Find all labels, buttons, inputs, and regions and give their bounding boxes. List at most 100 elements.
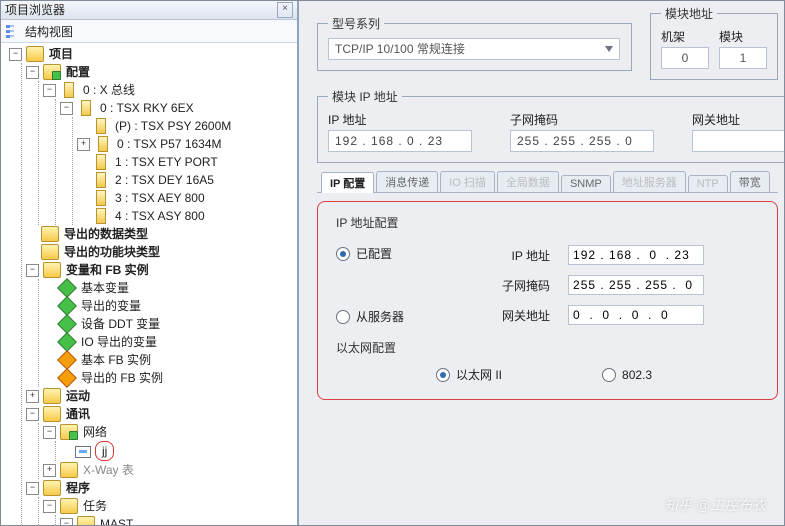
folder-icon	[41, 226, 59, 242]
expand-toggle[interactable]: −	[9, 48, 22, 61]
folder-icon	[43, 406, 61, 422]
panel-title: 项目浏览器	[5, 1, 65, 19]
expand-toggle[interactable]: −	[43, 84, 56, 97]
var-icon	[57, 296, 77, 316]
tree-vars-fb[interactable]: 变量和 FB 实例	[65, 261, 150, 279]
folder-icon	[43, 480, 61, 496]
tree-mast[interactable]: MAST	[99, 515, 134, 525]
tab-addr-server[interactable]: 地址服务器	[613, 171, 686, 192]
module-address-label: 模块地址	[661, 5, 717, 22]
var-icon	[57, 278, 77, 298]
gateway-readonly	[692, 130, 784, 152]
expand-toggle[interactable]: +	[43, 464, 56, 477]
tree-program[interactable]: 程序	[65, 479, 91, 497]
tab-ip-config[interactable]: IP 配置	[321, 172, 374, 193]
module-icon	[96, 208, 106, 224]
tab-io-scan[interactable]: IO 扫描	[440, 171, 495, 192]
module-value: 1	[719, 47, 767, 69]
module-ip-label: 模块 IP 地址	[328, 88, 402, 105]
panel-close-icon[interactable]: ×	[277, 2, 293, 18]
module-label: 模块	[719, 28, 767, 45]
radio-from-server[interactable]: 从服务器	[336, 308, 404, 325]
ipcfg-gateway-input[interactable]	[568, 305, 704, 325]
expand-toggle[interactable]: +	[77, 138, 90, 151]
tree-elem-var[interactable]: 基本变量	[80, 279, 130, 297]
var-icon	[57, 314, 77, 334]
tree-derived-var[interactable]: 导出的变量	[80, 297, 142, 315]
ipcfg-ip-label: IP 地址	[480, 247, 550, 264]
tree-network[interactable]: 网络	[82, 423, 108, 441]
tree-tasks[interactable]: 任务	[82, 497, 108, 515]
expand-toggle[interactable]: −	[60, 102, 73, 115]
tree-project[interactable]: 项目	[48, 45, 74, 63]
radio-8023[interactable]: 802.3	[602, 366, 652, 383]
module-config-panel: 型号系列 TCP/IP 10/100 常规连接 模块地址 机架0 模块1 模块 …	[299, 1, 784, 525]
tree-motion[interactable]: 运动	[65, 387, 91, 405]
ip-label: IP 地址	[328, 111, 472, 128]
view-mode-row: 结构视图	[1, 20, 297, 43]
model-series-dropdown[interactable]: TCP/IP 10/100 常规连接	[328, 38, 620, 60]
radio-configured[interactable]: 已配置	[336, 245, 404, 262]
tree-slot-4[interactable]: 4 : TSX ASY 800	[114, 207, 206, 225]
expand-toggle[interactable]: +	[26, 390, 39, 403]
bus-icon	[64, 82, 74, 98]
folder-icon	[41, 244, 59, 260]
expand-toggle[interactable]: −	[26, 66, 39, 79]
tree-slot-1[interactable]: 1 : TSX ETY PORT	[114, 153, 219, 171]
module-icon	[98, 136, 108, 152]
tree-view-icon[interactable]	[5, 23, 21, 39]
model-series-label: 型号系列	[328, 15, 384, 32]
tree-slot-2[interactable]: 2 : TSX DEY 16A5	[114, 171, 215, 189]
tab-global-data[interactable]: 全局数据	[497, 171, 559, 192]
tree-export-fbtypes[interactable]: 导出的功能块类型	[63, 243, 161, 261]
tree-slot-p[interactable]: (P) : TSX PSY 2600M	[114, 117, 232, 135]
expand-toggle[interactable]: −	[26, 482, 39, 495]
expand-toggle[interactable]: −	[43, 500, 56, 513]
tree-slot-3[interactable]: 3 : TSX AEY 800	[114, 189, 206, 207]
ip-config-title: IP 地址配置	[336, 214, 759, 231]
folder-icon	[60, 424, 78, 440]
var-icon	[57, 332, 77, 352]
module-ip-group: 模块 IP 地址 IP 地址192 . 168 . 0 . 23 子网掩码255…	[317, 88, 784, 163]
tab-messaging[interactable]: 消息传递	[376, 171, 438, 192]
tree-comm[interactable]: 通讯	[65, 405, 91, 423]
ipcfg-subnet-label: 子网掩码	[480, 277, 550, 294]
tree-export-types[interactable]: 导出的数据类型	[63, 225, 149, 243]
module-icon	[96, 190, 106, 206]
rack-icon	[81, 100, 91, 116]
tree-bus[interactable]: 0 : X 总线	[82, 81, 136, 99]
tab-ntp[interactable]: NTP	[688, 175, 728, 192]
tree-xway[interactable]: X-Way 表	[82, 461, 135, 479]
module-icon	[96, 118, 106, 134]
module-icon	[96, 154, 106, 170]
tree-rack0[interactable]: 0 : TSX RKY 6EX	[99, 99, 195, 117]
tree-network-jj[interactable]: jj	[95, 441, 114, 461]
project-browser-panel: 项目浏览器 × 结构视图 −项目 −配置 −0 : X 总线	[1, 1, 299, 525]
expand-toggle[interactable]: −	[26, 408, 39, 421]
folder-icon	[43, 64, 61, 80]
folder-icon	[43, 388, 61, 404]
subnet-readonly: 255 . 255 . 255 . 0	[510, 130, 654, 152]
ip-config-box: IP 地址配置 已配置 从服务器 IP 地址 子网掩码 网关地址 以太网配置 以…	[317, 201, 778, 400]
expand-toggle[interactable]: −	[26, 264, 39, 277]
ipcfg-ip-input[interactable]	[568, 245, 704, 265]
tree-elem-fb[interactable]: 基本 FB 实例	[80, 351, 152, 369]
tree-io-derived[interactable]: IO 导出的变量	[80, 333, 158, 351]
tree-config[interactable]: 配置	[65, 63, 91, 81]
tab-snmp[interactable]: SNMP	[561, 175, 611, 192]
chevron-down-icon	[605, 46, 613, 52]
tab-bandwidth[interactable]: 带宽	[730, 171, 770, 192]
folder-icon	[60, 498, 78, 514]
ipcfg-subnet-input[interactable]	[568, 275, 704, 295]
expand-toggle[interactable]: −	[60, 518, 73, 526]
rack-label: 机架	[661, 28, 709, 45]
module-address-group: 模块地址 机架0 模块1	[650, 5, 778, 80]
expand-toggle[interactable]: −	[43, 426, 56, 439]
radio-ethernet2[interactable]: 以太网 II	[436, 366, 502, 383]
eth-config-title: 以太网配置	[336, 339, 759, 356]
tree-slot-0[interactable]: 0 : TSX P57 1634M	[116, 135, 223, 153]
network-icon	[75, 446, 91, 458]
tree-derived-fb[interactable]: 导出的 FB 实例	[80, 369, 164, 387]
project-tree[interactable]: −项目 −配置 −0 : X 总线 −0 : TSX RKY 6EX	[1, 43, 297, 525]
tree-device-ddt[interactable]: 设备 DDT 变量	[80, 315, 161, 333]
